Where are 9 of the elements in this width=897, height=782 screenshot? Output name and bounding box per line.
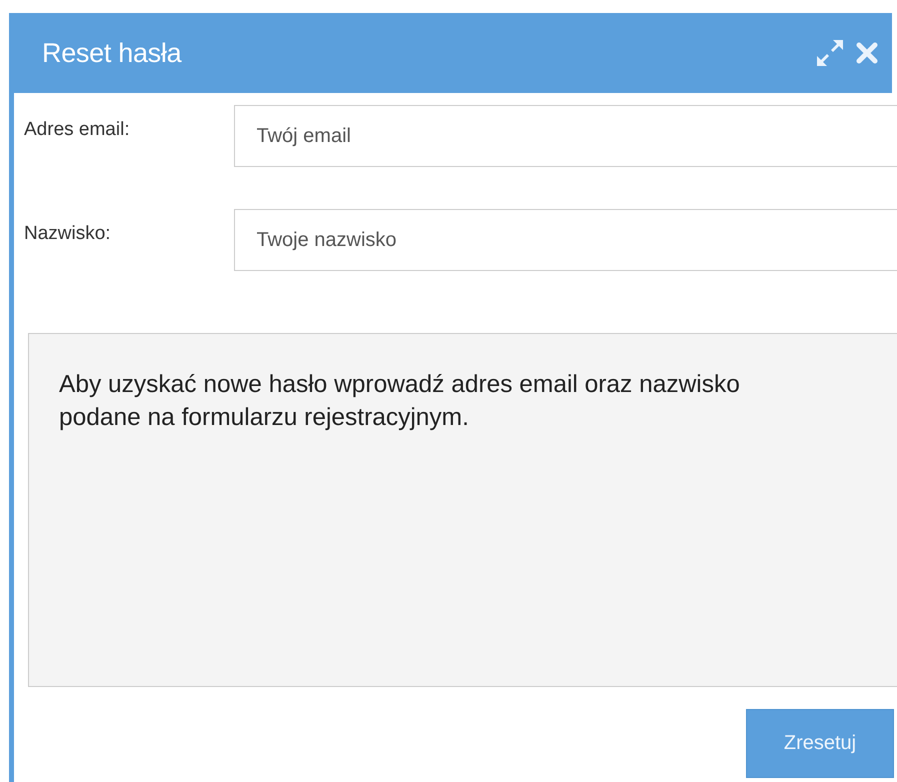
input-field[interactable]: Twój email	[234, 105, 897, 167]
reset-button[interactable]: Zresetuj	[746, 709, 894, 778]
dialog-title: Reset hasła	[42, 38, 183, 68]
info-text: Aby uzyskać nowe hasło wprowadź adres email oraz nazwisko podane na formularzu rejestracyjnym.	[59, 370, 741, 433]
field-label: Adres email:	[24, 118, 131, 141]
close-icon[interactable]	[855, 41, 879, 65]
input-field[interactable]: Twoje nazwisko	[234, 209, 897, 271]
field-label: Nazwisko:	[24, 222, 112, 245]
maximize-icon[interactable]	[815, 38, 845, 68]
